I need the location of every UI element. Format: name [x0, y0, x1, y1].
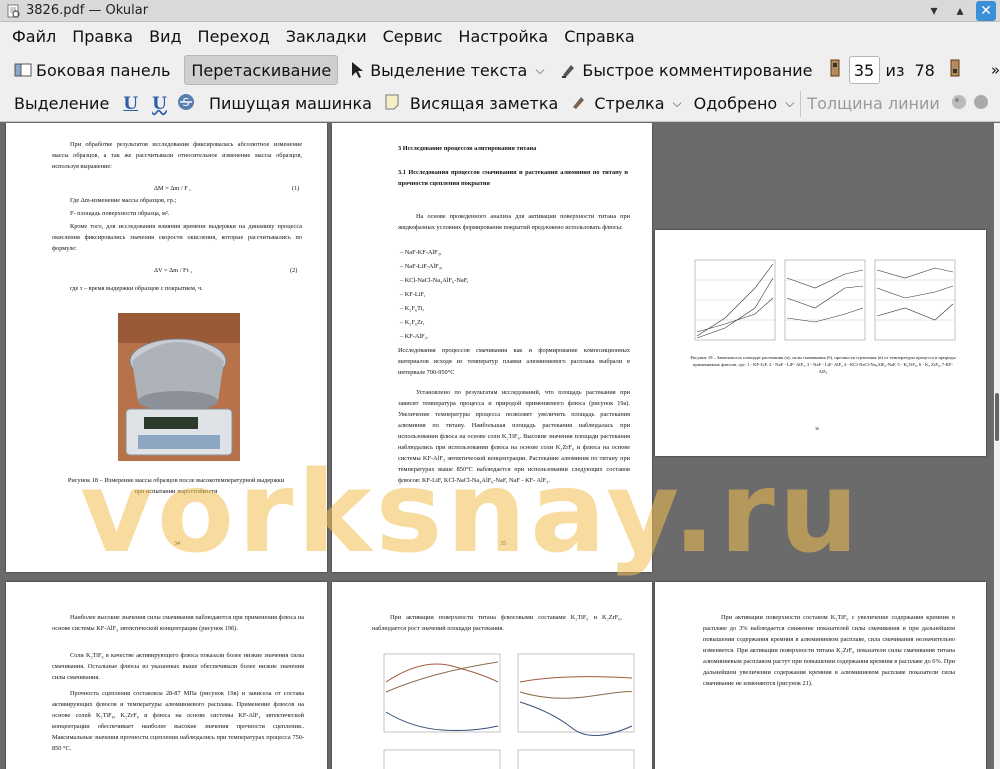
document-page-37: Наиболее высокие значения силы смачивани…	[6, 582, 327, 769]
page-total: 78	[914, 60, 935, 80]
toolbar-overflow-icon[interactable]: »	[991, 61, 1000, 79]
window-titlebar: 3826.pdf — Okular ▾ ▴ ✕	[0, 0, 1000, 22]
document-page-38: При активации поверхности титана флюсовы…	[332, 582, 652, 769]
scales-photo	[118, 313, 240, 461]
section-heading: 3 Исследование процессов алитирования ти…	[398, 145, 537, 152]
pop-up-note-label[interactable]: Висящая заметка	[410, 94, 558, 113]
flux-list-item: – NaF-KF-AlF₃,	[400, 249, 442, 256]
arrow-tool-label[interactable]: Стрелка	[594, 94, 664, 113]
main-toolbar: Боковая панель Перетаскивание Выделение …	[0, 52, 1000, 88]
document-page-35: 3 Исследование процессов алитирования ти…	[332, 123, 652, 572]
text-selection-tool-button[interactable]: Выделение текста ⌵	[342, 55, 550, 85]
page38-paragraph: При активации поверхности титана флюсовы…	[372, 614, 622, 632]
flux-list-item: – K₂F₆Ti,	[400, 305, 425, 312]
quick-annotation-label: Быстрое комментирование	[582, 60, 813, 80]
page39-paragraph: При активации поверхности составом K₂TiF…	[703, 614, 955, 687]
menu-bar: Файл Правка Вид Переход Закладки Сервис …	[0, 22, 1000, 52]
cursor-icon	[348, 61, 366, 79]
quick-annotation-button[interactable]: Быстрое комментирование	[554, 55, 818, 85]
arrow-dropdown-icon[interactable]: ⌵	[673, 96, 682, 111]
menu-view[interactable]: Вид	[141, 22, 189, 52]
minimize-icon[interactable]: ▾	[924, 1, 944, 21]
menu-help[interactable]: Справка	[556, 22, 643, 52]
browse-tool-button[interactable]: Перетаскивание	[184, 55, 339, 85]
figure-20-charts	[383, 653, 635, 769]
page37-paragraph: Соли K₂TiF₆ в качестве активирующего флю…	[52, 652, 304, 681]
flux-list-item: – NaF-LiF-AlF₃,	[400, 263, 443, 270]
formula-2: ΔV = Δm / Fτ ,	[154, 267, 193, 274]
maximize-icon[interactable]: ▴	[950, 1, 970, 21]
previous-page-icon[interactable]	[829, 59, 841, 81]
stamp-tool-label[interactable]: Одобрено	[694, 94, 778, 113]
menu-file[interactable]: Файл	[0, 22, 64, 52]
document-page-36: Рисунок 19 – Зависимость площади растека…	[655, 230, 986, 456]
figure-19-charts	[694, 259, 956, 341]
arrow-tool-icon	[570, 93, 588, 115]
sidebar-button[interactable]: Боковая панель	[8, 55, 176, 85]
highlight-tool-label[interactable]: Выделение	[14, 94, 109, 113]
color-icon[interactable]	[950, 93, 968, 115]
page-number: 36	[815, 426, 819, 431]
page34-paragraph: Кроме того, для исследования влияния вре…	[52, 223, 302, 252]
menu-edit[interactable]: Правка	[64, 22, 141, 52]
squiggle-icon[interactable]: U	[152, 94, 167, 114]
page37-paragraph: Прочность сцепления составляла 28-87 МПа…	[52, 690, 304, 752]
page37-paragraph: Наиболее высокие значения силы смачивани…	[52, 614, 304, 632]
next-page-icon[interactable]	[949, 59, 961, 81]
menu-go[interactable]: Переход	[190, 22, 278, 52]
stamp-dropdown-icon[interactable]: ⌵	[785, 96, 794, 111]
annotation-toolbar: Выделение U U S Пишущая машинка Висящая …	[0, 86, 1000, 122]
strikeout-icon[interactable]: S	[177, 93, 195, 115]
figure-18-caption: Рисунок 18 – Измерение массы образцов по…	[67, 477, 285, 495]
document-page-34: При обработке результатов исследования ф…	[6, 123, 327, 572]
formula-2-number: (2)	[290, 267, 298, 274]
toolbar-separator	[800, 90, 802, 117]
flux-list-item: – KF-LiF,	[400, 291, 426, 298]
flux-list-item: – KF-AlF₃.	[400, 333, 429, 340]
close-icon[interactable]: ✕	[976, 0, 996, 21]
subsection-heading: 3.1 Исследования процессов смачивания и …	[398, 169, 628, 187]
text-selection-label: Выделение текста	[370, 60, 528, 80]
document-page-39: При активации поверхности составом K₂TiF…	[655, 582, 986, 769]
page-number-input[interactable]: 35	[848, 56, 880, 84]
page34-paragraph: Где Δm-изменение массы образцов, гр.;	[70, 197, 177, 204]
underline-icon[interactable]: U	[123, 94, 138, 114]
highlighter-icon	[560, 61, 578, 79]
menu-bookmarks[interactable]: Закладки	[278, 22, 375, 52]
page-of-label: из	[885, 60, 905, 80]
menu-settings[interactable]: Настройка	[450, 22, 556, 52]
opacity-icon[interactable]	[972, 93, 990, 115]
flux-list-item: – KCl-NaCl-Na₃AlF₆-NaF,	[400, 277, 469, 284]
sidebar-icon	[14, 61, 32, 79]
page35-paragraph: Исследования процессов смачивания как и …	[398, 347, 630, 376]
flux-list: – NaF-KF-AlF₃, – NaF-LiF-AlF₃, – KCl-NaC…	[400, 247, 600, 342]
typewriter-tool-label[interactable]: Пишущая машинка	[209, 94, 372, 113]
page-number: 34	[174, 541, 180, 547]
vertical-scrollbar[interactable]	[994, 123, 1000, 769]
page35-paragraph: На основе проведенного анализа для актив…	[398, 213, 630, 231]
menu-tools[interactable]: Сервис	[375, 22, 451, 52]
formula-1-number: (1)	[292, 185, 300, 192]
scrollbar-thumb[interactable]	[995, 393, 999, 441]
chevron-down-icon[interactable]: ⌵	[535, 63, 544, 78]
sidebar-label: Боковая панель	[36, 60, 171, 80]
page-number: 35	[500, 541, 506, 547]
page34-paragraph: где τ – время выдержки образцов с покрыт…	[70, 285, 203, 292]
note-icon	[384, 93, 400, 115]
browse-tool-label: Перетаскивание	[191, 60, 332, 80]
app-icon	[7, 4, 20, 18]
document-viewport[interactable]: При обработке результатов исследования ф…	[0, 123, 994, 769]
window-title: 3826.pdf — Okular	[26, 3, 149, 18]
page34-paragraph: При обработке результатов исследования ф…	[52, 141, 302, 170]
page34-paragraph: F- площадь поверхности образца, м².	[70, 210, 170, 217]
figure-19-caption: Рисунок 19 – Зависимость площади растека…	[690, 355, 956, 374]
page35-paragraph: Установлено по результатам исследований,…	[398, 389, 630, 484]
flux-list-item: – K₂F₆Zr,	[400, 319, 425, 326]
formula-1: ΔM = Δm / F ,	[154, 185, 191, 192]
line-width-label[interactable]: Толщина линии	[807, 94, 940, 113]
